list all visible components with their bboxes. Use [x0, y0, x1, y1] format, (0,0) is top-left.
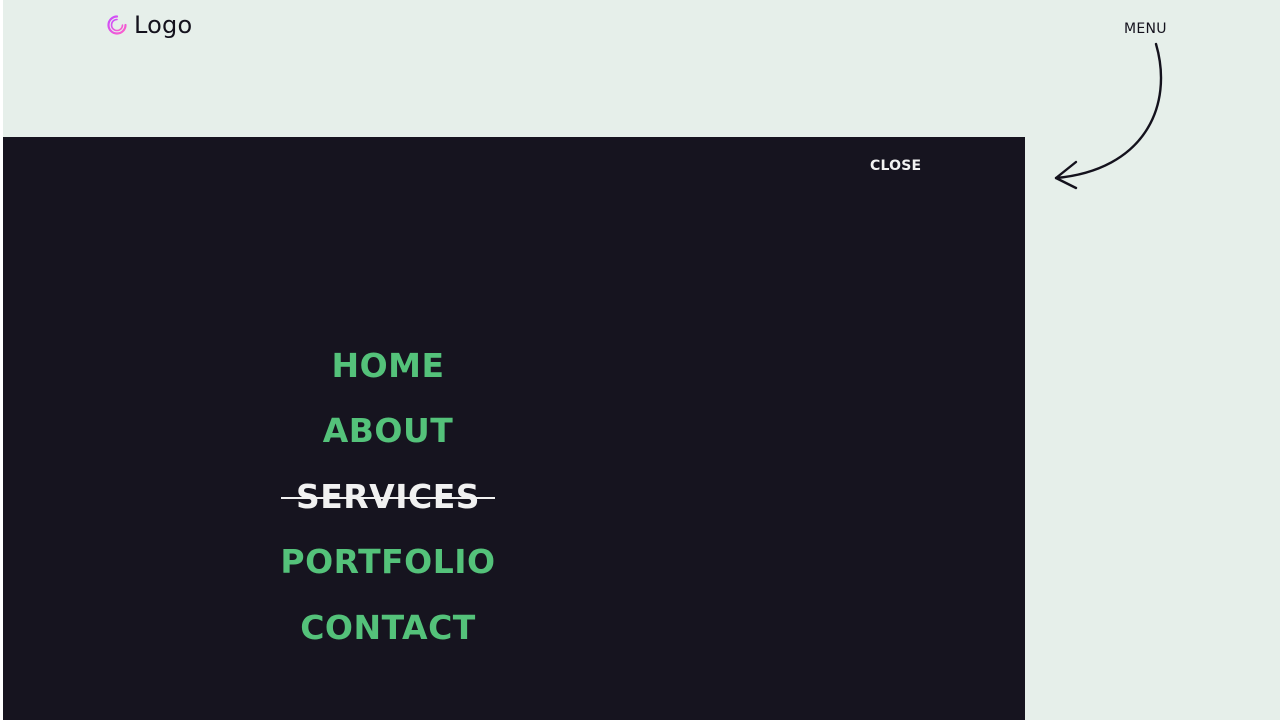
curved-arrow-icon [1054, 42, 1163, 190]
nav-link-services[interactable]: SERVICES [280, 477, 496, 517]
nav-link-home[interactable]: HOME [331, 346, 444, 386]
nav-link-portfolio[interactable]: PORTFOLIO [280, 542, 495, 582]
logo-text: Logo [134, 11, 193, 39]
close-button[interactable]: CLOSE [870, 157, 921, 175]
nav-link-about[interactable]: ABOUT [323, 411, 454, 451]
nav-item-portfolio: PORTFOLIO [238, 530, 538, 596]
site-logo[interactable]: Logo [106, 11, 192, 39]
nav-item-about: ABOUT [238, 399, 538, 465]
nav-item-services: SERVICES [238, 464, 538, 530]
nav-item-contact: CONTACT [238, 595, 538, 661]
nav-menu: HOME ABOUT SERVICES PORTFOLIO CONTACT [238, 333, 538, 661]
nav-link-contact[interactable]: CONTACT [300, 608, 476, 648]
logo-ring-icon [107, 15, 127, 35]
menu-overlay: CLOSE HOME ABOUT SERVICES PORTFOLIO CONT… [3, 137, 1025, 720]
nav-item-home: HOME [238, 333, 538, 399]
